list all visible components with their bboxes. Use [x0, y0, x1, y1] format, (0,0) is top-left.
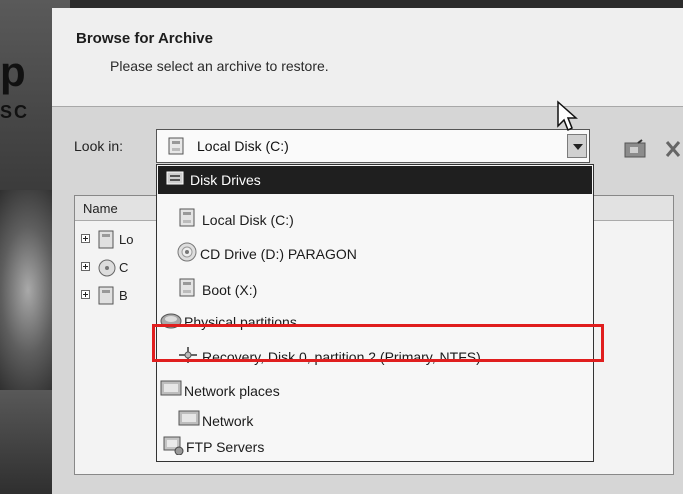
dropdown-item-ftp-servers[interactable]: FTP Servers — [158, 433, 592, 461]
mouse-cursor-icon — [556, 100, 580, 139]
disk-icon — [97, 230, 115, 255]
dialog-title: Browse for Archive — [76, 30, 213, 47]
disk-drives-icon — [166, 170, 184, 191]
up-folder-icon[interactable] — [624, 139, 646, 164]
disk-icon — [167, 137, 185, 160]
dropdown-item-label: Local Disk (C:) — [202, 212, 294, 228]
background-text-fragment: p — [0, 48, 26, 95]
dropdown-item-local-disk[interactable]: Local Disk (C:) — [158, 206, 592, 234]
cd-drive-icon — [176, 241, 198, 268]
dropdown-item-cd-drive[interactable]: CD Drive (D:) PARAGON — [158, 240, 592, 268]
dropdown-item-network-places[interactable]: Network places — [158, 377, 592, 405]
tree-row-label: Lo — [119, 232, 134, 247]
background-text-fragment: SC — [0, 102, 30, 122]
dropdown-item-label: CD Drive (D:) PARAGON — [200, 246, 357, 262]
look-in-value: Local Disk (C:) — [197, 138, 289, 154]
dropdown-item-boot[interactable]: Boot (X:) — [158, 276, 592, 304]
disk-icon — [97, 286, 115, 311]
ftp-servers-icon — [162, 435, 184, 460]
cd-drive-icon — [97, 258, 117, 283]
dialog-header: Browse for Archive Please select an arch… — [52, 8, 683, 107]
expand-icon[interactable] — [81, 290, 90, 299]
expand-icon[interactable] — [81, 234, 90, 243]
dropdown-item-label: Network — [202, 413, 254, 429]
dropdown-item-label: Boot (X:) — [202, 282, 258, 298]
look-in-dropdown[interactable]: Local Disk (C:) — [156, 129, 590, 163]
network-icon — [178, 410, 200, 433]
dropdown-item-label: Disk Drives — [190, 172, 261, 188]
expand-icon[interactable] — [81, 262, 90, 271]
dropdown-item-label: FTP Servers — [186, 439, 265, 455]
tree-row-label: C — [119, 260, 129, 275]
dropdown-item-disk-drives[interactable]: Disk Drives — [158, 166, 592, 194]
tree-row-label: B — [119, 288, 128, 303]
delete-icon[interactable] — [664, 139, 682, 164]
dialog-subtitle: Please select an archive to restore. — [110, 58, 329, 74]
look-in-label: Look in: — [74, 138, 124, 154]
network-places-icon — [160, 380, 182, 403]
look-in-dropdown-list: Disk Drives Local Disk (C:) CD Drive (D:… — [156, 164, 594, 462]
browse-archive-dialog: Browse for Archive Please select an arch… — [52, 8, 683, 494]
column-header-name[interactable]: Name — [83, 201, 118, 216]
disk-icon — [178, 208, 196, 233]
disk-icon — [178, 278, 196, 303]
dropdown-item-network[interactable]: Network — [158, 407, 592, 435]
red-highlight-box — [152, 324, 604, 362]
dropdown-item-label: Network places — [184, 383, 280, 399]
